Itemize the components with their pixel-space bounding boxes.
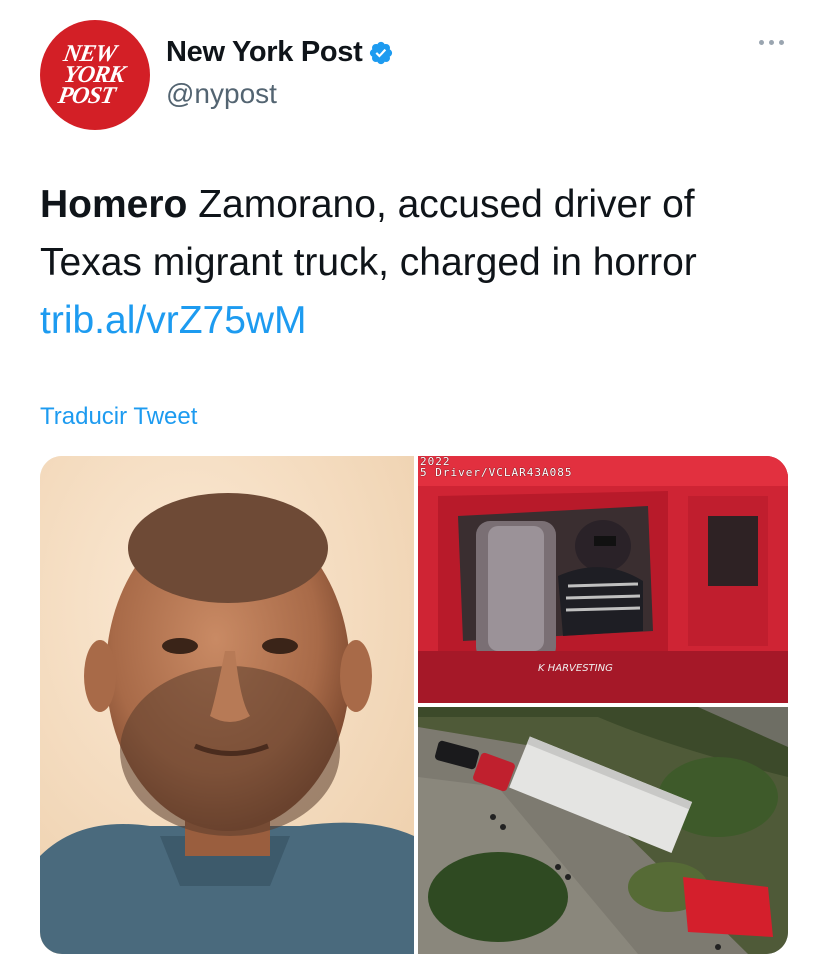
author-name-row[interactable]: New York Post bbox=[166, 36, 394, 69]
truck-cab-photo[interactable]: K HARVESTING 2022 5 Driver/VCLAR43A085 bbox=[418, 456, 788, 703]
aerial-scene-drawing bbox=[418, 707, 788, 954]
display-name[interactable]: New York Post bbox=[166, 36, 363, 69]
truck-cab-drawing: K HARVESTING bbox=[418, 456, 788, 703]
nypost-logo: NEW YORK POST bbox=[54, 41, 129, 109]
more-dot bbox=[769, 40, 774, 45]
portrait-photo-drawing bbox=[40, 456, 414, 954]
more-dot bbox=[759, 40, 764, 45]
svg-text:K HARVESTING: K HARVESTING bbox=[538, 663, 613, 674]
verified-badge-icon bbox=[368, 40, 394, 66]
translate-tweet-link[interactable]: Traducir Tweet bbox=[40, 403, 197, 431]
avatar[interactable]: NEW YORK POST bbox=[40, 20, 150, 130]
more-options-icon[interactable] bbox=[759, 40, 784, 45]
tweet-card: NEW YORK POST New York Post @nypost Home… bbox=[0, 0, 828, 964]
tweet-text-bold: Homero bbox=[40, 183, 188, 226]
media-grid[interactable]: K HARVESTING 2022 5 Driver/VCLAR43A085 bbox=[40, 456, 788, 954]
account-handle[interactable]: @nypost bbox=[166, 78, 277, 110]
portrait-photo[interactable] bbox=[40, 456, 414, 954]
camera-overlay-line-2: 5 Driver/VCLAR43A085 bbox=[420, 466, 573, 479]
tweet-link[interactable]: trib.al/vrZ75wM bbox=[40, 292, 307, 350]
more-dot bbox=[779, 40, 784, 45]
logo-line-3: POST bbox=[56, 82, 117, 109]
camera-overlay: 2022 5 Driver/VCLAR43A085 bbox=[420, 456, 572, 478]
aerial-scene-photo[interactable] bbox=[418, 707, 788, 954]
tweet-text: Homero Zamorano, accused driver of Texas… bbox=[40, 176, 800, 350]
